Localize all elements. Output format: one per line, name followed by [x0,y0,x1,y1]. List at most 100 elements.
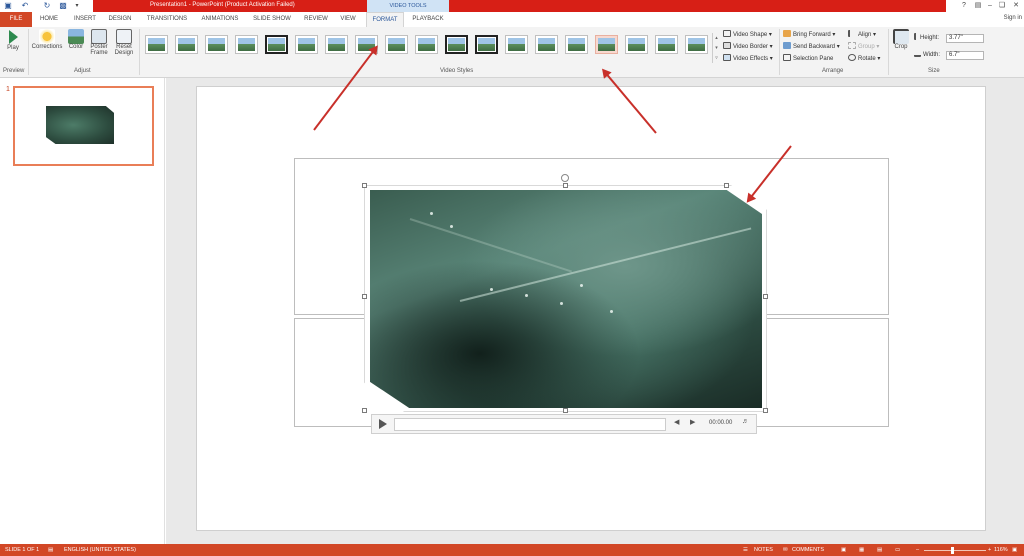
group-button[interactable]: Group ▾ [848,42,879,52]
undo-icon[interactable]: ↶ [20,1,30,11]
video-style-option[interactable] [655,35,678,54]
crop-icon [893,29,909,44]
video-border-button[interactable]: Video Border ▾ [723,42,773,52]
video-effects-button[interactable]: Video Effects ▾ [723,54,773,64]
resize-handle-tl[interactable] [362,183,367,188]
notes-button[interactable]: NOTES [754,544,773,556]
video-style-option[interactable] [175,35,198,54]
customize-qat-icon[interactable]: ▾ [72,1,82,11]
tab-slide-show[interactable]: SLIDE SHOW [249,12,295,27]
video-style-option[interactable] [145,35,168,54]
crop-label: Crop [894,44,908,50]
video-poster-image[interactable] [370,190,762,408]
resize-handle-br[interactable] [763,408,768,413]
tab-playback[interactable]: PLAYBACK [406,12,450,27]
video-style-option[interactable] [505,35,528,54]
video-style-option[interactable] [295,35,318,54]
video-style-preview [388,38,405,51]
selection-pane-label: Selection Pane [793,56,834,62]
tab-file[interactable]: FILE [0,12,32,27]
slide-number: 1 [6,86,10,93]
video-style-option[interactable] [385,35,408,54]
resize-handle-tr[interactable] [724,183,729,188]
media-progress-bar[interactable] [394,418,666,431]
video-shape-button[interactable]: Video Shape ▾ [723,30,772,40]
video-style-option[interactable] [625,35,648,54]
video-style-preview [418,38,435,51]
reading-view-icon[interactable]: ▤ [877,544,882,556]
video-style-option[interactable] [535,35,558,54]
bring-forward-button[interactable]: Bring Forward ▾ [783,30,835,40]
zoom-out-icon[interactable]: – [916,544,919,556]
fit-to-window-icon[interactable]: ▣ [1012,544,1017,556]
resize-handle-bl[interactable] [362,408,367,413]
redo-icon[interactable]: ↻ [42,1,52,11]
rotate-handle[interactable] [561,174,569,182]
powerpoint-window: ▣ ↶ ↻ ▩ ▾ Presentation1 - PowerPoint (Pr… [0,0,1024,556]
close-icon[interactable]: ✕ [1010,1,1022,11]
play-pause-icon[interactable] [379,419,387,429]
ribbon-display-icon[interactable]: ▤ [972,1,984,11]
start-from-beginning-icon[interactable]: ▩ [58,1,68,11]
notes-icon[interactable]: ☰ [743,544,748,556]
resize-handle-r[interactable] [763,294,768,299]
video-style-option[interactable] [205,35,228,54]
zoom-in-icon[interactable]: + [988,544,991,556]
resize-handle-t[interactable] [563,183,568,188]
rotate-button[interactable]: Rotate ▾ [848,54,880,64]
move-forward-icon[interactable]: ▶ [690,418,695,426]
poster-frame-button[interactable]: Poster Frame [88,29,110,56]
gallery-scroll[interactable]: ▴ ▾ ▿ [712,33,720,63]
tab-format[interactable]: FORMAT [366,12,404,27]
width-input[interactable]: 6.7" [946,51,984,60]
move-back-icon[interactable]: ◀ [674,418,679,426]
tab-design[interactable]: DESIGN [104,12,136,27]
resize-handle-l[interactable] [362,294,367,299]
comments-button[interactable]: COMMENTS [792,544,824,556]
play-button[interactable]: Play [3,29,23,51]
spelling-icon[interactable]: ▤ [48,544,53,556]
comments-icon[interactable]: ✉ [783,544,788,556]
align-button[interactable]: Align ▾ [848,30,876,40]
restore-icon[interactable]: ❏ [996,1,1008,11]
tab-transitions[interactable]: TRANSITIONS [140,12,194,27]
video-style-option[interactable] [445,35,468,54]
video-style-preview [178,38,195,51]
video-style-option[interactable] [235,35,258,54]
video-style-option[interactable] [685,35,708,54]
save-icon[interactable]: ▣ [3,1,13,11]
zoom-level[interactable]: 116% [994,544,1008,556]
help-icon[interactable]: ? [958,1,970,11]
align-icon [848,30,856,37]
corrections-button[interactable]: Corrections [30,29,64,50]
color-button[interactable]: Color [65,29,87,50]
video-style-option[interactable] [475,35,498,54]
shape-icon [723,30,731,37]
video-style-option[interactable] [565,35,588,54]
volume-icon[interactable]: ♬ [742,418,749,425]
tab-home[interactable]: HOME [34,12,64,27]
normal-view-icon[interactable]: ▣ [841,544,846,556]
slide-thumbnail[interactable] [13,86,154,166]
video-style-option[interactable] [415,35,438,54]
height-input[interactable]: 3.77" [946,34,984,43]
slide-sorter-icon[interactable]: ▦ [859,544,864,556]
zoom-slider-thumb[interactable] [951,547,954,554]
selection-pane-button[interactable]: Selection Pane [783,54,833,64]
send-backward-button[interactable]: Send Backward ▾ [783,42,840,52]
tab-animations[interactable]: ANIMATIONS [197,12,243,27]
resize-handle-b[interactable] [563,408,568,413]
language-status[interactable]: ENGLISH (UNITED STATES) [64,544,136,556]
minimize-icon[interactable]: – [984,1,996,11]
reset-design-button[interactable]: Reset Design [112,29,136,56]
tab-view[interactable]: VIEW [336,12,360,27]
tab-review[interactable]: REVIEW [300,12,332,27]
slide-show-icon[interactable]: ▭ [895,544,900,556]
video-style-option[interactable] [265,35,288,54]
sign-in-link[interactable]: Sign in [1004,15,1022,21]
video-style-option[interactable] [595,35,618,54]
zoom-slider[interactable] [924,550,986,551]
tab-insert[interactable]: INSERT [67,12,103,27]
crop-button[interactable]: Crop [891,29,911,50]
video-style-option[interactable] [325,35,348,54]
